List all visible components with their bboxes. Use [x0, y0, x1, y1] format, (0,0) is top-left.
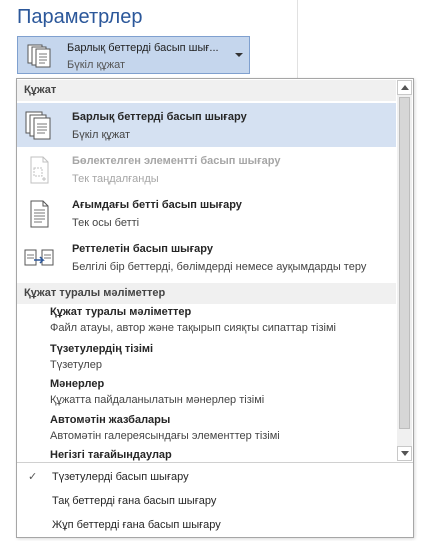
option-title: Автомәтін жазбалары [50, 414, 171, 426]
option-title: Құжат туралы мәліметтер [50, 306, 192, 318]
option-desc: Тек осы бетті [72, 217, 140, 229]
option-desc: Белгілі бір беттерді, бөлімдерді немесе … [72, 261, 367, 273]
checkmark-icon: ✓ [28, 471, 38, 483]
print-range-dropdown: Құжат Барлық беттерді басып шығару Бүкіл… [16, 78, 414, 538]
group-header-properties: Құжат туралы мәліметтер [17, 283, 396, 304]
option-desc: Құжатта пайдаланылатын мәнерлер тізімі [50, 394, 265, 406]
vertical-scrollbar[interactable] [397, 80, 412, 461]
option-title: Бөлектелген элементті басып шығару [72, 155, 281, 167]
option-title: Реттелетін басып шығару [72, 243, 213, 255]
custom-range-icon [23, 242, 55, 274]
option-label: Тақ беттерді ғана басып шығару [52, 495, 217, 507]
chevron-down-icon [235, 53, 243, 57]
option-key-assignments[interactable]: Негізгі тағайындаулар [17, 449, 396, 462]
section-title: Параметрлер [17, 6, 143, 28]
group-header-document: Құжат [17, 80, 396, 101]
option-desc: Автомәтін галереясындағы элементтер тізі… [50, 430, 280, 442]
option-print-all-pages[interactable]: Барлық беттерді басып шығару Бүкіл құжат [17, 103, 396, 147]
option-print-odd-pages[interactable]: Тақ беттерді ғана басып шығару [17, 489, 413, 513]
scroll-thumb[interactable] [399, 97, 410, 429]
option-print-current-page[interactable]: Ағымдағы бетті басып шығару Тек осы бетт… [17, 191, 396, 235]
option-title: Барлық беттерді басып шығару [72, 111, 247, 123]
single-page-icon [23, 198, 55, 230]
option-desc: Түзетулер [50, 359, 102, 371]
option-autotext-entries[interactable]: Автомәтін жазбалары Автомәтін галереясын… [17, 414, 396, 448]
print-range-combobox[interactable]: Барлық беттерді басып шығ... Бүкіл құжат [17, 36, 250, 74]
option-title: Ағымдағы бетті басып шығару [72, 199, 242, 211]
option-title: Түзетулердің тізімі [50, 343, 154, 355]
arrow-up-icon [401, 85, 409, 90]
option-custom-print[interactable]: Реттелетін басып шығару Белгілі бір бетт… [17, 235, 396, 279]
arrow-down-icon [401, 451, 409, 456]
options-divider [17, 462, 413, 463]
option-markup-list[interactable]: Түзетулердің тізімі Түзетулер [17, 343, 396, 377]
option-print-even-pages[interactable]: Жұп беттерді ғана басып шығару [17, 513, 413, 537]
pages-stack-icon [23, 110, 55, 142]
option-label: Түзетулерді басып шығару [52, 471, 189, 483]
scroll-down-button[interactable] [397, 446, 412, 461]
option-label: Жұп беттерді ғана басып шығару [52, 519, 221, 531]
combo-title: Барлық беттерді басып шығ... [67, 42, 219, 54]
vertical-divider [297, 0, 298, 80]
option-styles[interactable]: Мәнерлер Құжатта пайдаланылатын мәнерлер… [17, 378, 396, 412]
option-desc: Тек таңдалғанды [72, 173, 159, 185]
option-title: Мәнерлер [50, 378, 105, 390]
option-print-selection: Бөлектелген элементті басып шығару Тек т… [17, 147, 396, 191]
selection-page-icon [23, 154, 55, 186]
dropdown-list: Құжат Барлық беттерді басып шығару Бүкіл… [17, 79, 396, 462]
option-print-markup[interactable]: ✓ Түзетулерді басып шығару [17, 465, 413, 489]
option-document-properties[interactable]: Құжат туралы мәліметтер Файл атауы, авто… [17, 306, 396, 340]
combo-subtitle: Бүкіл құжат [67, 59, 126, 71]
scroll-up-button[interactable] [397, 80, 412, 95]
option-desc: Файл атауы, автор және тақырып сияқты си… [50, 322, 336, 334]
option-desc: Бүкіл құжат [72, 129, 131, 141]
pages-stack-icon [26, 43, 52, 72]
option-title: Негізгі тағайындаулар [50, 449, 172, 461]
